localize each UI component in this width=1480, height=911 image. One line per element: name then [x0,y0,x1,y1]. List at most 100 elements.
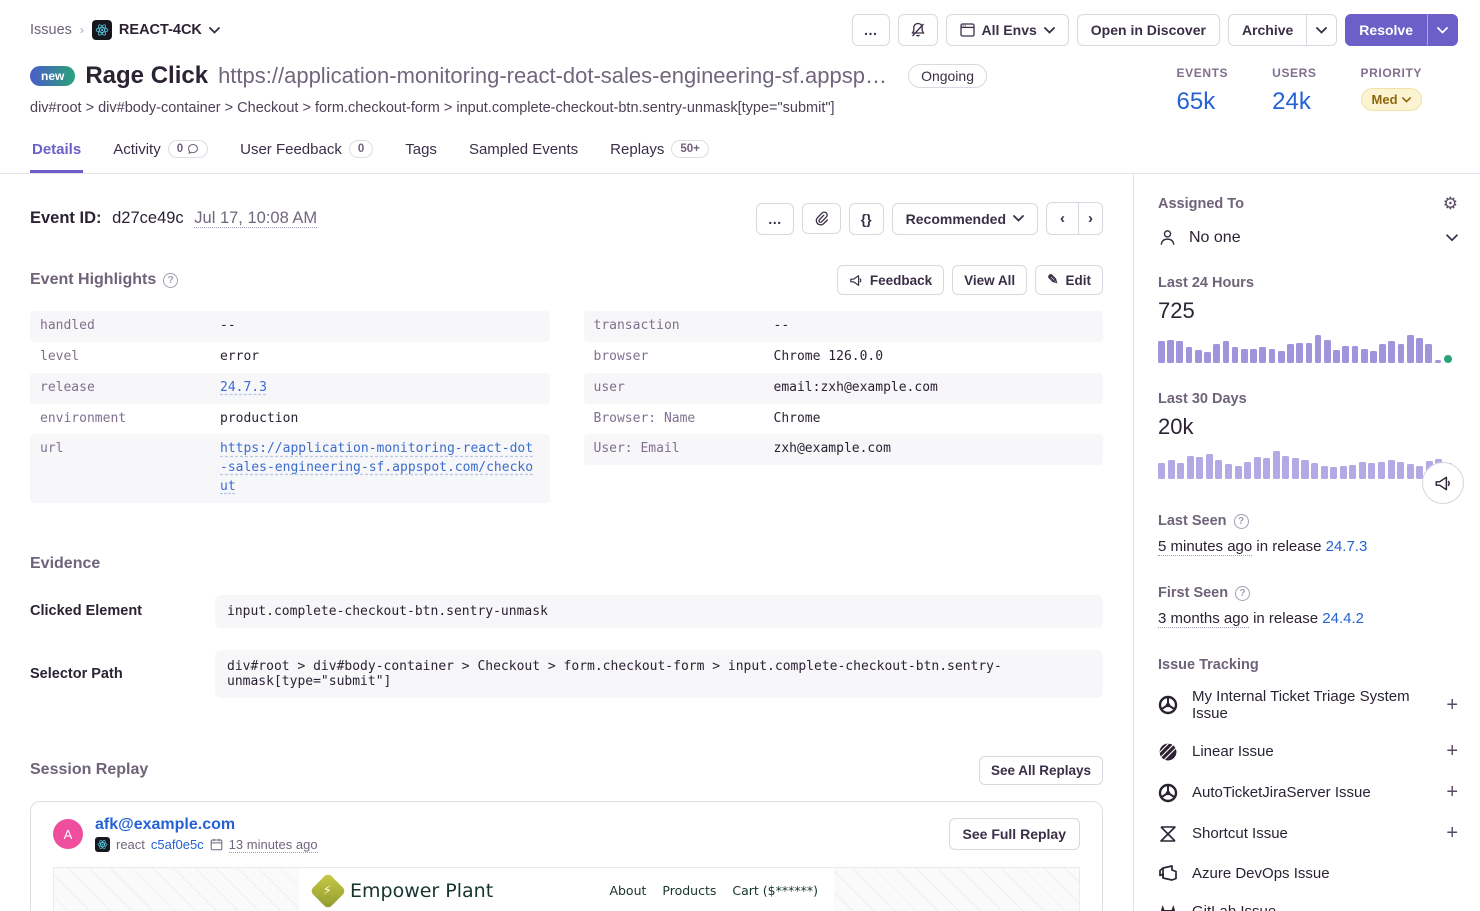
issue-details-main: Event ID: d27ce49c Jul 17, 10:08 AM … {}… [0,174,1133,911]
tab-tags[interactable]: Tags [403,132,439,173]
event-json-button[interactable]: {} [849,203,884,235]
last-24h-bar-chart [1158,333,1458,363]
selector-path-value: div#root > div#body-container > Checkout… [215,650,1103,698]
event-timestamp[interactable]: Jul 17, 10:08 AM [194,209,317,228]
open-in-discover-button[interactable]: Open in Discover [1077,14,1220,46]
project-name: REACT-4CK [119,22,202,38]
event-more-button[interactable]: … [756,203,794,235]
prev-event-button[interactable]: ‹ [1046,202,1079,235]
last-seen-release-link[interactable]: 24.7.3 [1326,538,1368,555]
clicked-element-label: Clicked Element [30,603,215,619]
see-full-replay-button[interactable]: See Full Replay [949,818,1080,850]
assignee-selector[interactable]: No one [1158,228,1458,247]
edit-highlights-button[interactable]: ✎ Edit [1035,265,1103,295]
plus-icon[interactable]: + [1446,781,1458,804]
chart-bar [1342,346,1349,363]
release-link[interactable]: 24.7.3 [220,379,267,398]
archive-button[interactable]: Archive [1228,14,1307,46]
chart-bar [1177,463,1184,479]
tab-activity[interactable]: Activity 0 [111,132,210,173]
issue-tracking-item[interactable]: Azure DevOps Issue [1158,854,1458,892]
event-attachments-button[interactable] [802,203,841,234]
replay-user-email-link[interactable]: afk@example.com [95,816,318,834]
evidence-row-selector-path: Selector Path div#root > div#body-contai… [30,650,1103,698]
issue-tracking-item[interactable]: AutoTicketJiraServer Issue + [1158,772,1458,813]
chart-bar [1397,462,1404,479]
issue-tracking-list: My Internal Ticket Triage System Issue +… [1158,679,1458,911]
next-event-button[interactable]: › [1079,202,1103,235]
assigned-to-title: Assigned To [1158,196,1244,212]
chart-bar [1186,347,1193,364]
event-id-value: d27ce49c [112,209,184,227]
see-all-replays-button[interactable]: See All Replays [979,756,1103,785]
replay-viewport[interactable]: ⚡ Empower Plant About Products Cart ($**… [53,867,1080,911]
last-24h-title: Last 24 Hours [1158,275,1458,291]
issue-tracking-item[interactable]: My Internal Ticket Triage System Issue + [1158,679,1458,731]
issue-tracking-title: Issue Tracking [1158,657,1458,673]
session-replay-card: A afk@example.com react c5af0e5c 13 minu… [30,801,1103,911]
archive-dropdown-button[interactable] [1307,14,1337,46]
resolve-button[interactable]: Resolve [1345,14,1427,46]
users-stat-value[interactable]: 24k [1272,88,1316,116]
url-link[interactable]: https://application-monitoring-react-dot… [220,440,540,497]
events-stat-value[interactable]: 65k [1177,88,1229,116]
last-seen-ago[interactable]: 5 minutes ago [1158,538,1252,556]
highlights-table-right: transaction-- browserChrome 126.0.0 user… [584,311,1104,465]
highlight-row-handled: handled-- [30,311,550,342]
issue-tracking-item[interactable]: Linear Issue + [1158,731,1458,772]
person-icon [1158,228,1177,247]
first-seen-ago[interactable]: 3 months ago [1158,610,1249,628]
issue-tracking-item-label: Linear Issue [1192,743,1432,760]
tab-replays[interactable]: Replays 50+ [608,132,711,173]
linear-icon [1158,742,1178,762]
feedback-button[interactable]: Feedback [837,265,944,295]
help-icon[interactable]: ? [163,273,178,288]
chart-bar [1158,341,1165,363]
plus-icon[interactable]: + [1446,694,1458,717]
resolve-dropdown-button[interactable] [1427,14,1458,46]
view-all-button[interactable]: View All [952,265,1027,295]
last-30d-count: 20k [1158,414,1458,440]
issue-tracking-item-label: GitLab Issue [1192,903,1458,911]
chart-bar [1269,349,1276,363]
feedback-button-label: Feedback [870,273,932,288]
chart-bar [1176,341,1183,363]
help-icon[interactable]: ? [1234,514,1249,529]
env-filter-button[interactable]: All Envs [946,14,1069,46]
more-actions-button[interactable]: … [852,14,890,46]
replays-count-badge: 50+ [671,140,709,158]
issue-tracking-item[interactable]: GitLab Issue [1158,892,1458,911]
replay-user-avatar: A [53,819,83,849]
event-sort-dropdown[interactable]: Recommended [892,203,1038,235]
tab-sampled-events[interactable]: Sampled Events [467,132,580,173]
chart-bar [1158,463,1165,479]
replay-time-ago[interactable]: 13 minutes ago [229,837,318,853]
event-pager: ‹ › [1046,202,1103,235]
first-seen-release-link[interactable]: 24.4.2 [1322,610,1364,627]
plus-icon[interactable]: + [1446,740,1458,763]
feedback-floating-button[interactable] [1422,462,1464,504]
plus-icon[interactable]: + [1446,822,1458,845]
issue-tracking-item-label: Shortcut Issue [1192,825,1432,842]
last-seen-value: 5 minutes ago in release 24.7.3 [1158,538,1458,555]
highlight-row-release: release24.7.3 [30,373,550,404]
chart-bar [1278,351,1285,363]
help-icon[interactable]: ? [1235,586,1250,601]
chart-bar [1204,352,1211,363]
mute-notifications-button[interactable] [898,14,938,46]
replay-id-link[interactable]: c5af0e5c [151,837,204,852]
archive-split-button: Archive [1228,14,1337,46]
last-24h-count: 725 [1158,298,1458,324]
gear-icon[interactable]: ⚙ [1443,194,1458,214]
breadcrumb-issues-link[interactable]: Issues [30,22,72,38]
breadcrumb: Issues › REACT-4CK [30,20,220,40]
chart-bar [1292,458,1299,479]
priority-selector[interactable]: Med [1361,88,1422,111]
issue-tracking-item[interactable]: Shortcut Issue + [1158,813,1458,854]
tab-details[interactable]: Details [30,132,83,173]
tab-user-feedback[interactable]: User Feedback 0 [238,132,375,173]
megaphone-icon [849,274,863,287]
project-selector[interactable]: REACT-4CK [92,20,220,40]
highlights-table-left: handled-- levelerror release24.7.3 envir… [30,311,550,503]
chart-bar [1368,463,1375,479]
